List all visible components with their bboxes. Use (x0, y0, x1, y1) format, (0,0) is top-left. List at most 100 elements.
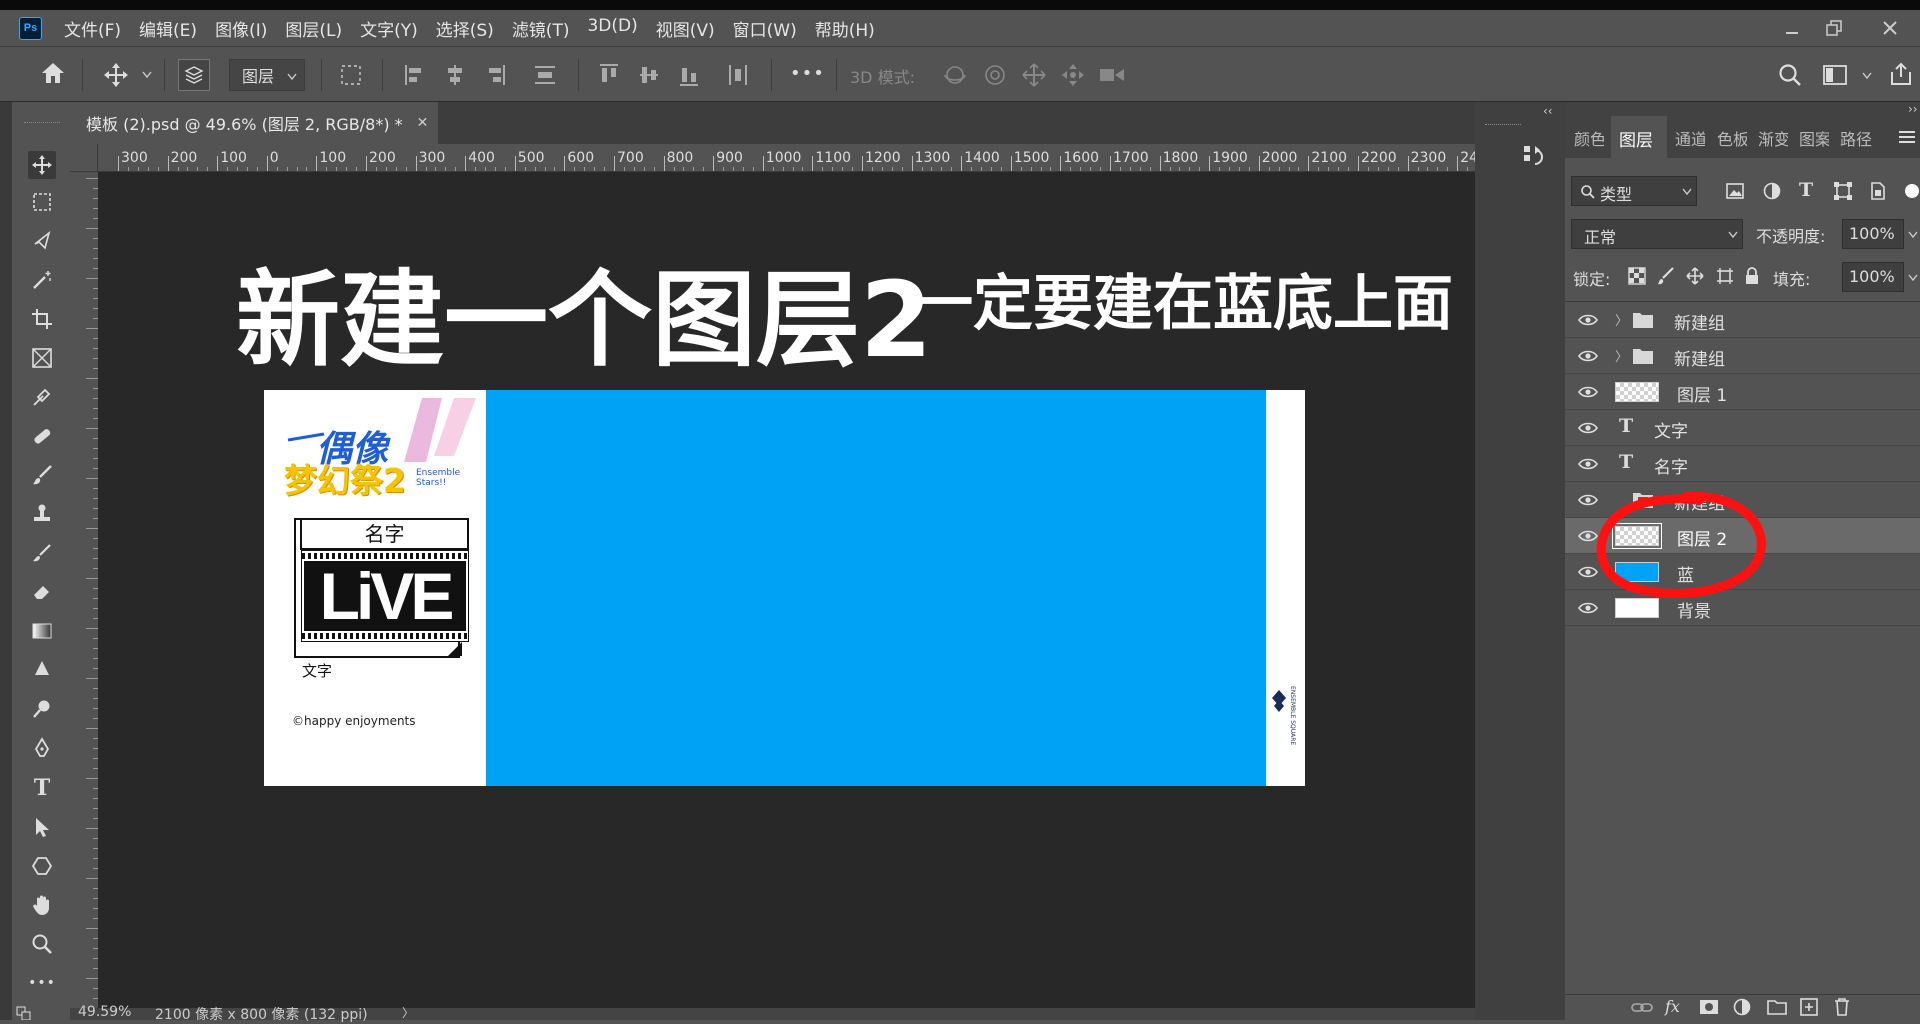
history-panel-icon[interactable] (1521, 142, 1549, 170)
filter-smart-object-icon[interactable] (1868, 181, 1888, 201)
move-tool-icon[interactable] (28, 151, 56, 179)
filter-shape-icon[interactable] (1833, 181, 1853, 201)
menu-image[interactable]: 图像(I) (215, 16, 267, 41)
dodge-tool-icon[interactable] (28, 695, 56, 723)
marquee-tool-icon[interactable] (28, 188, 56, 216)
opacity-input[interactable]: 100% (1842, 219, 1904, 249)
frame-tool-icon[interactable] (28, 344, 56, 372)
default-colors-icon[interactable] (16, 1006, 36, 1020)
filter-toggle-icon[interactable] (1905, 184, 1919, 198)
zoom-tool-icon[interactable] (28, 930, 56, 958)
menu-view[interactable]: 视图(V) (656, 16, 715, 41)
layer-row[interactable]: T 文字 (1565, 410, 1920, 446)
tab-channels[interactable]: 通道 (1675, 126, 1705, 150)
expand-chevron-icon[interactable]: 〉 (1615, 310, 1628, 329)
eyedropper-tool-icon[interactable] (28, 383, 56, 411)
new-group-icon[interactable] (1767, 998, 1787, 1016)
gradient-tool-icon[interactable] (28, 617, 56, 645)
eye-icon[interactable] (1578, 349, 1598, 363)
status-menu-arrow[interactable]: 〉 (402, 1004, 414, 1021)
zoom-level[interactable]: 49.59% (78, 1004, 131, 1020)
tab-color[interactable]: 颜色 (1574, 126, 1604, 150)
clone-stamp-tool-icon[interactable] (28, 500, 56, 528)
transform-controls-icon[interactable] (339, 63, 363, 87)
history-brush-tool-icon[interactable] (28, 539, 56, 567)
lasso-tool-icon[interactable] (28, 227, 56, 255)
brush-tool-icon[interactable] (28, 461, 56, 489)
filter-type-icon[interactable]: T (1799, 179, 1813, 201)
layer-style-fx-icon[interactable]: fx (1665, 997, 1680, 1016)
menu-window[interactable]: 窗口(W) (733, 16, 797, 41)
layer-row[interactable]: 〉 新建组 (1565, 338, 1920, 374)
blend-mode-dropdown[interactable]: 正常 (1571, 219, 1743, 249)
3d-rotate-icon[interactable] (942, 62, 968, 88)
menu-edit[interactable]: 编辑(E) (139, 16, 197, 41)
minimize-button[interactable] (1772, 10, 1812, 46)
fill-input[interactable]: 100% (1842, 262, 1904, 292)
shape-tool-icon[interactable] (28, 852, 56, 880)
share-icon[interactable] (1888, 61, 1914, 87)
menu-help[interactable]: 帮助(H) (815, 16, 875, 41)
distribute-horizontal-icon[interactable] (727, 63, 749, 87)
close-tab-icon[interactable]: ✕ (417, 115, 429, 131)
chevron-down-icon[interactable] (1862, 72, 1872, 80)
ruler-origin[interactable] (70, 144, 98, 172)
filter-kind-dropdown[interactable]: 类型 (1571, 176, 1697, 206)
blur-tool-icon[interactable] (28, 656, 56, 684)
filter-adjustment-icon[interactable] (1762, 181, 1782, 201)
align-center-icon[interactable] (444, 63, 466, 87)
lock-position-icon[interactable] (1686, 267, 1704, 285)
lock-pixels-icon[interactable] (1657, 267, 1675, 285)
close-window-button[interactable] (1870, 10, 1910, 46)
tab-layers[interactable]: 图层 (1611, 116, 1667, 158)
3d-roll-icon[interactable] (982, 62, 1008, 88)
eye-icon[interactable] (1578, 385, 1598, 399)
hand-tool-icon[interactable] (28, 891, 56, 919)
lock-transparency-icon[interactable] (1628, 267, 1646, 285)
collapse-panels-icon[interactable]: ›› (1908, 102, 1918, 116)
search-icon[interactable] (1777, 62, 1803, 88)
align-top-icon[interactable] (598, 63, 620, 87)
eye-icon[interactable] (1578, 457, 1598, 471)
3d-pan-icon[interactable] (1021, 62, 1047, 88)
chevron-down-icon[interactable] (1908, 231, 1918, 239)
lock-artboard-icon[interactable] (1716, 267, 1734, 285)
edit-toolbar-icon[interactable]: ••• (28, 969, 56, 997)
distribute-icon[interactable] (533, 63, 557, 87)
canvas[interactable]: 新建一个图层2 一定要建在蓝底上面 偶像 梦幻祭2 Ensemble Stars… (98, 172, 1475, 1018)
magic-wand-tool-icon[interactable] (28, 266, 56, 294)
tab-paths[interactable]: 路径 (1840, 126, 1872, 150)
menu-type[interactable]: 文字(Y) (360, 16, 418, 41)
workspace-icon[interactable] (1822, 63, 1848, 87)
align-left-icon[interactable] (404, 63, 426, 87)
home-icon[interactable] (40, 61, 66, 85)
tab-patterns[interactable]: 图案 (1799, 126, 1829, 150)
menu-layer[interactable]: 图层(L) (285, 16, 342, 41)
align-bottom-icon[interactable] (678, 63, 700, 87)
menu-3d[interactable]: 3D(D) (587, 16, 637, 41)
delete-layer-icon[interactable] (1833, 997, 1851, 1017)
layer-row[interactable]: T 名字 (1565, 446, 1920, 482)
eye-icon[interactable] (1578, 313, 1598, 327)
3d-slide-icon[interactable] (1060, 62, 1086, 88)
layer-row[interactable]: 〉 新建组 (1565, 302, 1920, 338)
auto-select-toggle[interactable] (178, 59, 210, 91)
tab-swatches[interactable]: 色板 (1717, 126, 1747, 150)
pen-tool-icon[interactable] (28, 734, 56, 762)
tab-gradients[interactable]: 渐变 (1758, 126, 1788, 150)
menu-filter[interactable]: 滤镜(T) (512, 16, 570, 41)
filter-pixel-icon[interactable] (1725, 181, 1745, 201)
crop-tool-icon[interactable] (28, 305, 56, 333)
document-tab[interactable]: 模板 (2).psd @ 49.6% (图层 2, RGB/8*) * ✕ (70, 102, 438, 144)
menu-select[interactable]: 选择(S) (436, 16, 494, 41)
new-layer-icon[interactable] (1800, 998, 1818, 1016)
layer-row[interactable]: 图层 1 (1565, 374, 1920, 410)
path-selection-tool-icon[interactable] (28, 813, 56, 841)
eye-icon[interactable] (1578, 421, 1598, 435)
menu-file[interactable]: 文件(F) (64, 16, 121, 41)
restore-button[interactable] (1814, 10, 1854, 46)
type-tool-icon[interactable]: T (28, 774, 56, 802)
3d-camera-icon[interactable] (1098, 63, 1126, 87)
chevron-down-icon[interactable] (142, 71, 152, 79)
panel-menu-icon[interactable] (1898, 130, 1916, 144)
